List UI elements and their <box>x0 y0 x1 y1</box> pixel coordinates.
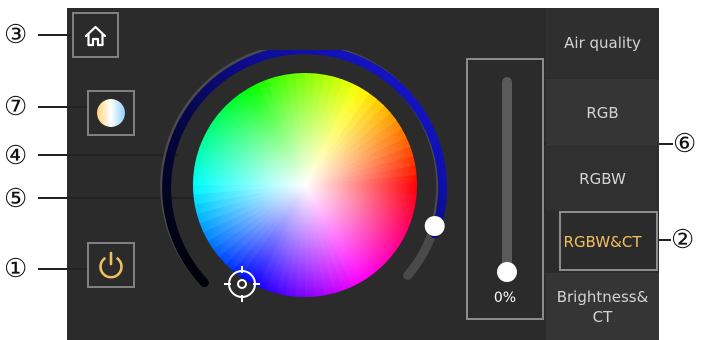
callout-1: ① <box>4 254 28 284</box>
tab-air-quality[interactable]: Air quality <box>546 8 659 78</box>
callout-2: ② <box>671 225 695 255</box>
tab-rgb[interactable]: RGB <box>546 79 659 146</box>
tab-brightness-ct[interactable]: Brightness&CT <box>546 273 659 340</box>
leader-line-4 <box>38 154 178 156</box>
leader-line-3 <box>38 34 72 36</box>
tab-rgbw[interactable]: RGBW <box>546 147 659 211</box>
callout-4: ④ <box>4 141 28 171</box>
tab-air-quality-label: Air quality <box>564 34 641 52</box>
leader-line-7 <box>38 106 87 108</box>
callout-5: ⑤ <box>4 184 28 214</box>
tab-brightness-ct-label: Brightness&CT <box>556 287 649 326</box>
saturation-ring-knob[interactable] <box>424 216 445 236</box>
callout-3: ③ <box>4 20 28 50</box>
leader-line-1 <box>38 268 88 270</box>
color-mode-button[interactable] <box>87 90 135 136</box>
color-wheel-area <box>160 50 448 302</box>
callout-7: ⑦ <box>4 92 28 122</box>
color-wheel-center <box>193 73 417 297</box>
brightness-slider-track[interactable] <box>502 77 512 271</box>
power-button[interactable] <box>87 242 135 288</box>
color-mode-icon <box>97 99 125 127</box>
home-button[interactable] <box>72 12 119 58</box>
power-icon <box>99 251 123 279</box>
brightness-value: 0% <box>493 290 517 306</box>
selected-tab-outline <box>559 211 658 271</box>
home-icon <box>84 25 107 47</box>
tab-rgbw-label: RGBW <box>579 170 626 188</box>
callout-6: ⑥ <box>673 129 697 159</box>
brightness-slider-knob[interactable] <box>497 262 517 282</box>
tab-rgb-label: RGB <box>586 103 619 122</box>
